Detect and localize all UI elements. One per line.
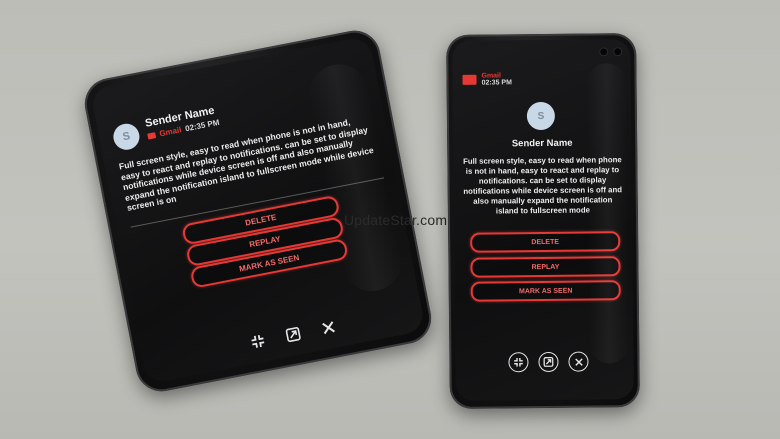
close-icon[interactable]: [320, 319, 336, 335]
action-bar: [508, 351, 589, 373]
replay-button-label: REPLAY: [531, 263, 560, 271]
collapse-icon[interactable]: [508, 352, 529, 373]
right-phone: Gmail 02:35 PM S Sender Name Full screen…: [446, 33, 640, 409]
delete-button-label: DELETE: [244, 212, 278, 228]
mark-as-seen-button-label: MARK AS SEEN: [238, 253, 301, 274]
left-phone: S Sender Name Gmail 02:35 PM Full screen…: [80, 26, 436, 396]
delete-button-label: DELETE: [531, 238, 560, 246]
phone-screen: Gmail 02:35 PM S Sender Name Full screen…: [452, 39, 634, 401]
replay-button[interactable]: REPLAY: [470, 256, 621, 278]
phone-screen: S Sender Name Gmail 02:35 PM Full screen…: [89, 35, 426, 385]
watermark: UpdateStar.com: [344, 212, 448, 228]
notification-message: Full screen style, easy to read when pho…: [463, 155, 623, 216]
avatar: S: [111, 121, 142, 152]
gmail-icon: [462, 74, 477, 85]
app-name: Gmail: [158, 125, 183, 139]
collapse-icon[interactable]: [250, 333, 266, 349]
expand-icon[interactable]: [285, 326, 301, 343]
mark-as-seen-button-label: MARK AS SEEN: [518, 287, 573, 295]
expand-icon[interactable]: [538, 351, 559, 373]
avatar-initial: S: [537, 110, 545, 122]
mark-as-seen-button[interactable]: MARK AS SEEN: [470, 280, 621, 302]
close-icon[interactable]: [568, 351, 589, 372]
photo-scene: S Sender Name Gmail 02:35 PM Full screen…: [0, 0, 780, 439]
notification-header: Sender Name Gmail 02:35 PM: [144, 104, 220, 140]
notification-header: Gmail 02:35 PM: [462, 72, 512, 87]
sender-name: Sender Name: [511, 137, 573, 150]
front-camera: [613, 47, 623, 57]
front-camera: [599, 47, 609, 57]
delete-button[interactable]: DELETE: [470, 231, 621, 253]
notification-time: 02:35 PM: [481, 79, 512, 87]
avatar: S: [526, 101, 556, 131]
avatar-initial: S: [121, 130, 132, 144]
replay-button-label: REPLAY: [248, 234, 282, 250]
gmail-icon: [147, 131, 157, 140]
action-bar: [250, 319, 337, 349]
